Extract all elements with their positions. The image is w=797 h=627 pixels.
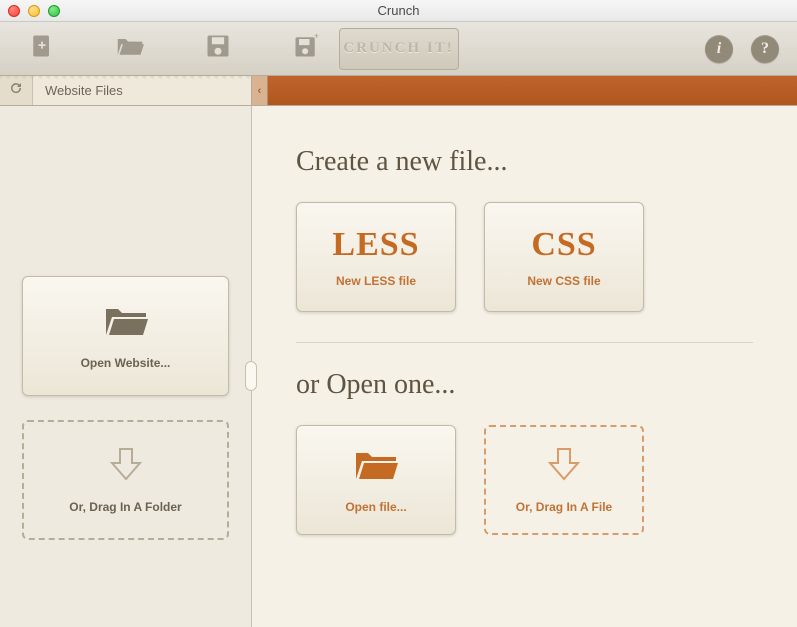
save-button[interactable] (194, 31, 242, 67)
open-folder-button[interactable] (106, 31, 154, 67)
drag-folder-dropzone[interactable]: Or, Drag In A Folder (22, 420, 229, 540)
sidebar-resize-handle[interactable] (245, 361, 257, 391)
window-title: Crunch (0, 3, 797, 18)
svg-text:+: + (314, 32, 319, 41)
disk-plus-icon: + (290, 32, 322, 65)
info-icon: i (717, 40, 721, 58)
new-file-button[interactable] (18, 31, 66, 67)
css-sub-label: New CSS file (527, 274, 600, 288)
new-file-icon (26, 32, 58, 65)
create-row: LESS New LESS file CSS New CSS file (296, 202, 753, 312)
info-button[interactable]: i (705, 35, 733, 63)
tab-label: Website Files (45, 83, 123, 98)
folder-open-icon (102, 301, 150, 346)
drag-file-label: Or, Drag In A File (516, 500, 612, 516)
crunch-it-label: CRUNCH IT! (343, 40, 453, 57)
divider (296, 342, 753, 343)
subheader: Website Files ‹ (0, 76, 797, 106)
help-icon: ? (761, 40, 769, 58)
new-less-file-card[interactable]: LESS New LESS file (296, 202, 456, 312)
toolbar: + CRUNCH IT! i ? (0, 22, 797, 76)
collapse-sidebar-button[interactable]: ‹ (252, 76, 268, 105)
download-arrow-icon (540, 445, 588, 490)
less-sub-label: New LESS file (336, 274, 416, 288)
open-row: Open file... Or, Drag In A File (296, 425, 753, 535)
titlebar: Crunch (0, 0, 797, 22)
traffic-lights (0, 5, 60, 17)
main-panel: Create a new file... LESS New LESS file … (252, 106, 797, 627)
refresh-icon (8, 80, 24, 101)
close-window-button[interactable] (8, 5, 20, 17)
chevron-left-icon: ‹ (258, 85, 262, 97)
crunch-it-button[interactable]: CRUNCH IT! (339, 28, 459, 70)
tab-website-files[interactable]: Website Files (32, 76, 251, 105)
refresh-button[interactable] (4, 79, 28, 103)
help-button[interactable]: ? (751, 35, 779, 63)
body: Open Website... Or, Drag In A Folder Cre… (0, 106, 797, 627)
create-heading: Create a new file... (296, 146, 753, 178)
subheader-right: ‹ (252, 76, 797, 105)
new-css-file-card[interactable]: CSS New CSS file (484, 202, 644, 312)
save-as-button[interactable]: + (282, 31, 330, 67)
disk-icon (202, 32, 234, 65)
subheader-left: Website Files (0, 76, 252, 105)
less-big-label: LESS (332, 226, 419, 264)
open-file-label: Open file... (345, 500, 406, 516)
folder-open-icon (114, 32, 146, 65)
css-big-label: CSS (531, 226, 596, 264)
open-website-card[interactable]: Open Website... (22, 276, 229, 396)
open-heading: or Open one... (296, 369, 753, 401)
minimize-window-button[interactable] (28, 5, 40, 17)
open-file-card[interactable]: Open file... (296, 425, 456, 535)
drag-folder-label: Or, Drag In A Folder (69, 500, 181, 516)
drag-file-dropzone[interactable]: Or, Drag In A File (484, 425, 644, 535)
open-website-label: Open Website... (81, 356, 171, 372)
download-arrow-icon (102, 445, 150, 490)
sidebar: Open Website... Or, Drag In A Folder (0, 106, 252, 627)
folder-open-icon (352, 445, 400, 490)
zoom-window-button[interactable] (48, 5, 60, 17)
